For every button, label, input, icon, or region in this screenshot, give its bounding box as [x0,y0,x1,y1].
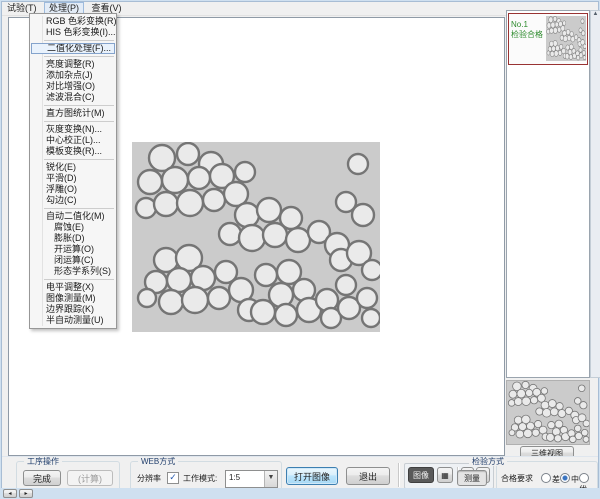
mode-label: 工作模式: [183,474,217,484]
menu-item-28[interactable]: 电平调整(X) [30,282,116,293]
resolution-checkbox[interactable]: ✓ [167,472,179,484]
menu-item-12[interactable]: 灰度变换(N)... [30,124,116,135]
menu-item-24[interactable]: 开运算(O) [30,244,116,255]
done-button[interactable]: 完成 [23,470,61,486]
radio-mid[interactable]: 中 [560,473,579,485]
menu-item-23[interactable]: 膨胀(D) [30,233,116,244]
image-mode-button[interactable]: 图像 [408,467,434,483]
scroll-up-icon[interactable]: ▲ [591,11,600,17]
menu-item-29[interactable]: 图像测量(M) [30,293,116,304]
quality-label: 合格要求 [501,474,533,484]
radio-high-icon [579,473,589,483]
measure-button[interactable]: 测量 [457,470,487,486]
grid-icon[interactable]: ▦ [437,467,453,483]
menu-item-14[interactable]: 模板变换(R)... [30,146,116,157]
menu-item-31[interactable]: 半自动测量(U) [30,315,116,326]
result-status: 检验合格 [511,30,547,40]
menu-item-5[interactable]: 亮度调整(R) [30,59,116,70]
radio-low[interactable]: 差 [541,473,560,485]
steps-group: 工序操作 完成 (计算) [16,461,120,491]
result-number: No.1 [511,20,547,30]
open-image-button[interactable]: 打开图像 [286,467,338,485]
radio-low-icon [541,473,551,483]
bottom-toolbar: 工序操作 完成 (计算) WEB方式 分辨率 ✓ 工作模式: 1:5 ▼ 打开图… [2,456,598,491]
menu-item-30[interactable]: 边界跟踪(K) [30,304,116,315]
menu-item-0[interactable]: RGB 色彩变换(R)... [30,16,116,27]
menu-item-10[interactable]: 直方图统计(M) [30,108,116,119]
result-thumbnail [546,16,586,61]
menu-item-17[interactable]: 平滑(D) [30,173,116,184]
app-window: 试验(T) 处理(P) 查看(V) RGB 色彩变换(R)...HIS 色彩变换… [1,1,599,490]
radio-low-label: 差 [552,475,560,484]
menu-item-18[interactable]: 浮雕(O) [30,184,116,195]
next-button[interactable]: ▸ [19,489,33,498]
resolution-label: 分辨率 [137,474,161,484]
menu-separator [44,208,114,209]
radio-mid-label: 中 [571,475,579,484]
result-text: No.1 检验合格 [511,20,547,40]
process-menu: RGB 色彩变换(R)...HIS 色彩变换(I)... 二值化处理(F)... 亮… [29,13,117,329]
menu-separator [44,40,114,41]
menu-item-1[interactable]: HIS 色彩变换(I)... [30,27,116,38]
menu-item-21[interactable]: 自动二值化(M) [30,211,116,222]
menu-separator [44,279,114,280]
menu-item-8[interactable]: 滤波混合(C) [30,92,116,103]
menu-separator [44,121,114,122]
combo-arrow-icon[interactable]: ▼ [264,471,277,487]
list-scrollbar[interactable]: ▲ [590,10,600,378]
menu-item-6[interactable]: 添加杂点(J) [30,70,116,81]
menu-item-22[interactable]: 腐蚀(E) [30,222,116,233]
calc-button[interactable]: (计算) [67,470,113,486]
window-frame [0,488,600,499]
steps-group-title: 工序操作 [24,457,62,466]
menu-item-26[interactable]: 形态学系列(S) [30,266,116,277]
result-item[interactable]: No.1 检验合格 [508,13,588,65]
menu-item-19[interactable]: 勾边(C) [30,195,116,206]
inspect-group-title: 检验方式 [469,457,507,466]
prev-button[interactable]: ◂ [3,489,17,498]
menu-item-7[interactable]: 对比增强(O) [30,81,116,92]
menu-separator [44,56,114,57]
menu-item-3[interactable]: 二值化处理(F)... [31,43,115,54]
web-group-title: WEB方式 [138,457,178,466]
specimen-image [132,142,380,332]
exit-button[interactable]: 退出 [346,467,390,485]
preview-thumbnail[interactable] [506,380,590,445]
menu-separator [44,105,114,106]
menu-item-13[interactable]: 中心校正(L)... [30,135,116,146]
menu-item-16[interactable]: 锐化(E) [30,162,116,173]
scale-combo[interactable]: 1:5 ▼ [225,470,278,488]
scale-value: 1:5 [229,473,240,482]
radio-mid-icon [560,473,570,483]
menu-separator [44,159,114,160]
inspect-group: 检验方式 测量 合格要求 差 中 优 [496,461,598,491]
toolbar-separator [398,463,400,487]
web-group: WEB方式 分辨率 ✓ 工作模式: 1:5 ▼ [130,461,282,491]
menu-item-25[interactable]: 闭运算(C) [30,255,116,266]
result-list[interactable]: No.1 检验合格 [506,10,590,378]
